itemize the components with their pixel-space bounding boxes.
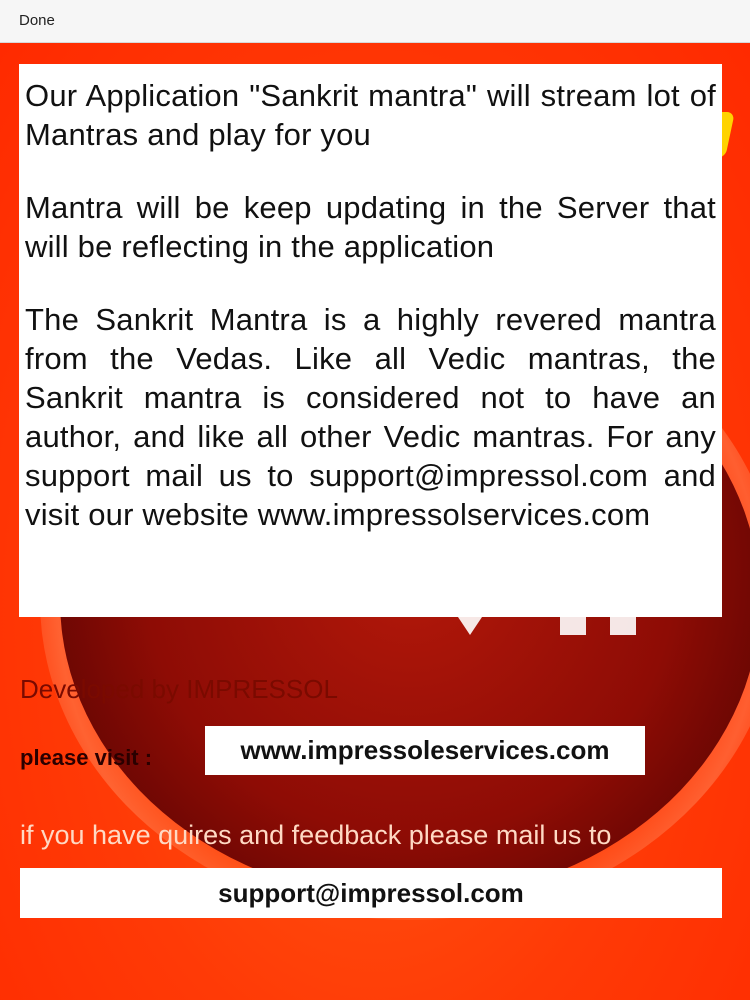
info-paragraph-app: Our Application "Sankrit mantra" will st… [25, 78, 716, 152]
top-toolbar: Done [0, 0, 750, 43]
feedback-label: if you have quires and feedback please m… [20, 820, 612, 850]
info-paragraph-about: The Sankrit Mantra is a highly revered m… [25, 302, 716, 532]
developed-by-label: Developed by IMPRESSOL [20, 674, 338, 704]
done-button[interactable]: Done [19, 12, 55, 29]
website-link-button[interactable]: www.impressoleservices.com [205, 726, 645, 775]
support-email-button[interactable]: support@impressol.com [20, 868, 722, 918]
visit-label: please visit : [20, 745, 153, 770]
info-text-box: Our Application "Sankrit mantra" will st… [19, 64, 722, 617]
info-paragraph-updates: Mantra will be keep updating in the Serv… [25, 190, 716, 264]
